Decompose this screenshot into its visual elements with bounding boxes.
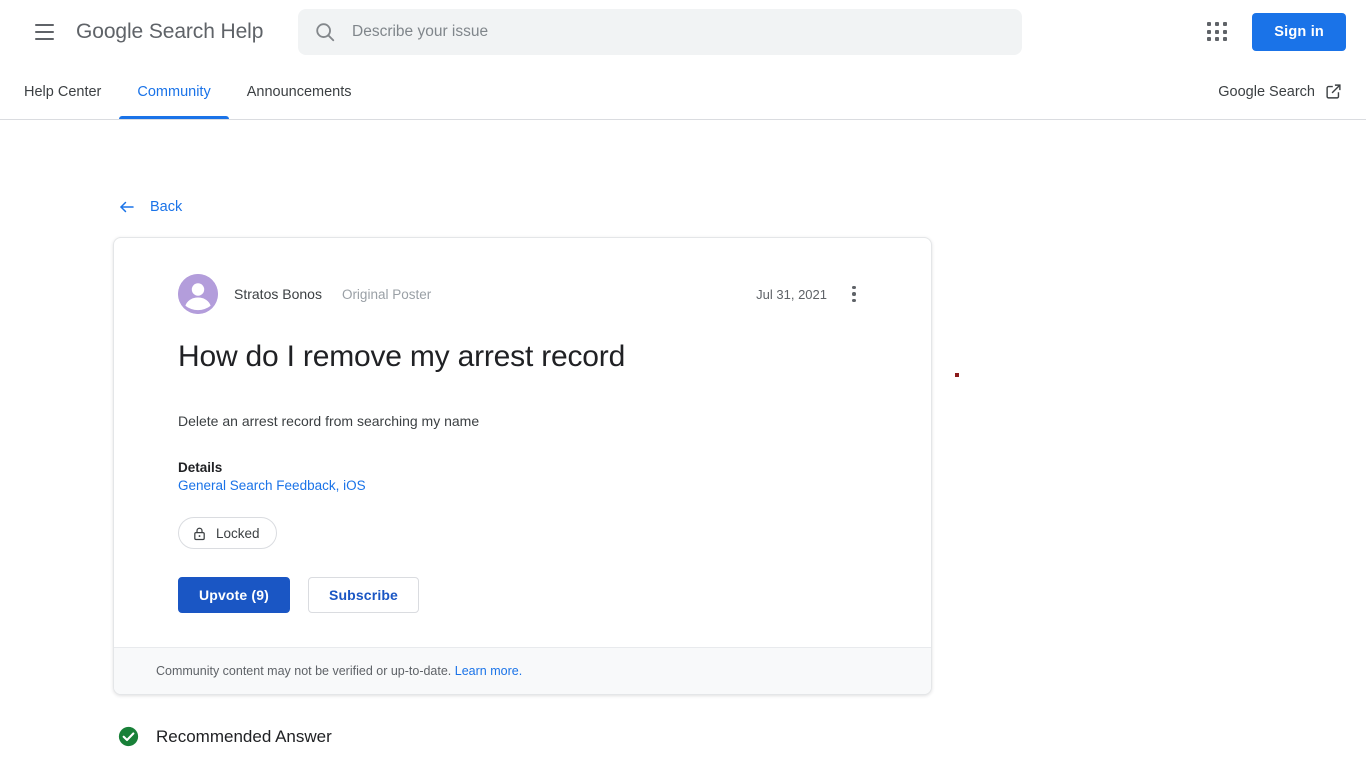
apps-dot [1222, 37, 1227, 42]
lock-icon [194, 527, 205, 540]
page-content: Back Stratos Bonos Original Poster Jul 3… [0, 120, 1366, 767]
apps-dot [1214, 22, 1219, 26]
hamburger-line [34, 24, 54, 26]
external-link-icon [1326, 84, 1341, 99]
apps-dot [1222, 29, 1227, 34]
question-card-body: Stratos Bonos Original Poster Jul 31, 20… [114, 238, 931, 647]
back-link-label: Back [150, 199, 183, 215]
recommended-answer-label: Recommended Answer [156, 726, 332, 746]
nav-tabs: Help Center Community Announcements [24, 64, 370, 120]
google-search-external-link[interactable]: Google Search [1218, 64, 1342, 119]
post-body-text: Delete an arrest record from searching m… [178, 413, 480, 429]
hamburger-menu-icon[interactable] [26, 14, 62, 50]
status-badge-label: Locked [216, 525, 260, 541]
apps-dot [1214, 29, 1219, 34]
details-categories-link[interactable]: General Search Feedback, iOS [178, 478, 867, 493]
person-avatar-icon[interactable] [178, 274, 218, 314]
details-label: Details [178, 460, 223, 475]
kebab-dot [852, 285, 856, 290]
apps-dot [1222, 22, 1227, 26]
hamburger-line [34, 31, 54, 33]
apps-dot [1207, 37, 1212, 42]
sign-in-button[interactable]: Sign in [1252, 13, 1346, 51]
tab-help-center[interactable]: Help Center [24, 64, 119, 119]
search-icon [316, 23, 335, 42]
question-card: Stratos Bonos Original Poster Jul 31, 20… [113, 237, 932, 695]
check-circle-icon [118, 726, 139, 747]
apps-dot [1207, 22, 1212, 26]
author-row: Stratos Bonos Original Poster Jul 31, 20… [178, 274, 867, 314]
apps-dot [1214, 37, 1219, 42]
arrow-left-icon [120, 201, 134, 213]
back-link[interactable]: Back [118, 198, 182, 216]
hamburger-line [34, 38, 54, 40]
google-search-link-label: Google Search [1218, 83, 1315, 100]
search-input[interactable] [352, 23, 1006, 41]
original-poster-badge: Original Poster [341, 286, 432, 302]
upvote-button[interactable]: Upvote (9) [178, 577, 290, 613]
red-dot-marker [955, 373, 959, 377]
product-title[interactable]: Google Search Help [76, 20, 263, 44]
top-app-bar: Google Search Help Sign in [0, 0, 1366, 64]
apps-grid-icon[interactable] [1200, 15, 1234, 49]
apps-dot [1207, 29, 1212, 34]
post-actions: Upvote (9) Subscribe [178, 577, 867, 613]
kebab-dot [852, 298, 856, 303]
primary-nav-bar: Help Center Community Announcements Goog… [0, 64, 1366, 120]
author-name[interactable]: Stratos Bonos [234, 286, 322, 302]
tab-announcements[interactable]: Announcements [229, 64, 370, 119]
tab-community[interactable]: Community [119, 64, 230, 119]
status-badge: Locked [178, 517, 277, 549]
subscribe-button[interactable]: Subscribe [307, 577, 419, 613]
kebab-dot [852, 292, 856, 296]
recommended-answer-header: Recommended Answer [118, 726, 332, 747]
post-date: Jul 31, 2021 [756, 286, 827, 302]
community-disclaimer: Community content may not be verified or… [114, 647, 931, 694]
disclaimer-text: Community content may not be verified or… [156, 664, 452, 678]
more-vertical-icon[interactable] [841, 281, 867, 307]
page-title: How do I remove my arrest record [178, 340, 626, 373]
top-bar-actions: Sign in [1200, 13, 1346, 51]
search-bar[interactable] [298, 9, 1022, 55]
post-meta: Jul 31, 2021 [756, 281, 867, 307]
learn-more-link[interactable]: Learn more. [455, 664, 522, 678]
